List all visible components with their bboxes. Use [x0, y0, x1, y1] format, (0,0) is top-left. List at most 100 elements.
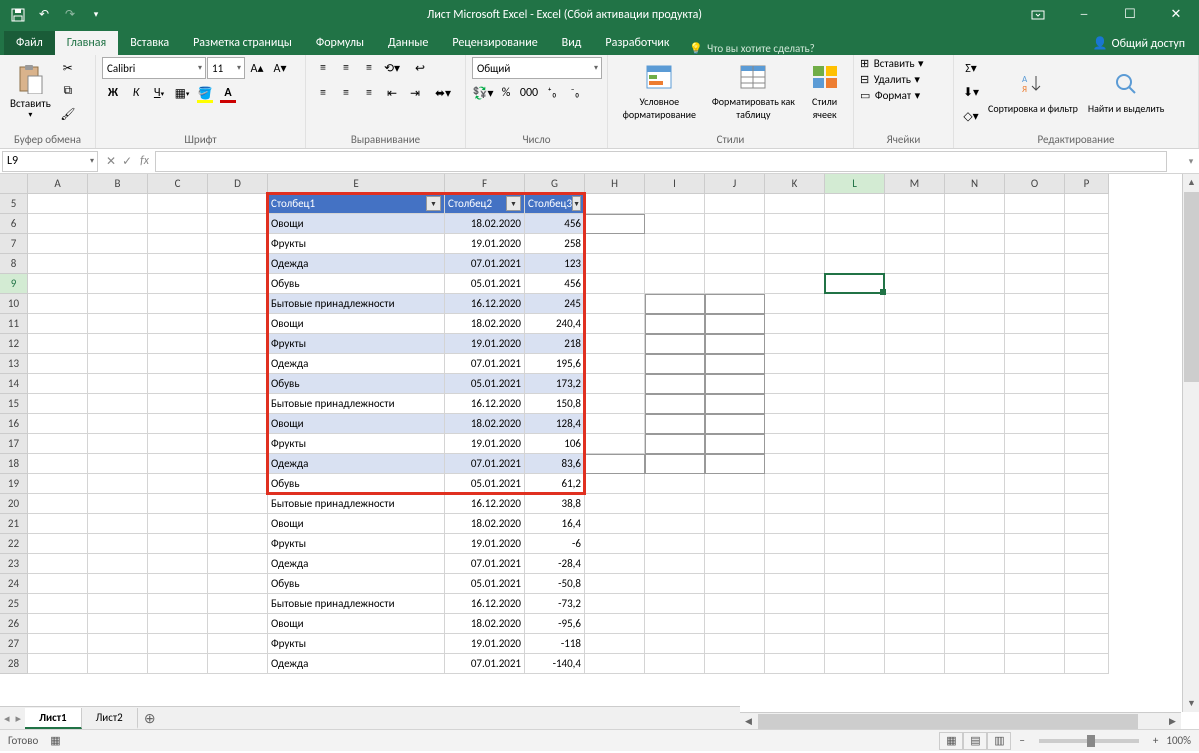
cell[interactable] [88, 274, 148, 294]
col-header-E[interactable]: E [268, 174, 445, 194]
row-header-27[interactable]: 27 [0, 634, 28, 654]
cell[interactable] [765, 234, 825, 254]
cell[interactable] [1005, 394, 1065, 414]
cells-format-button[interactable]: ▭ Формат ▾ [860, 89, 920, 102]
cell[interactable]: 240,4 [525, 314, 585, 334]
cell[interactable] [705, 294, 765, 314]
row-header-26[interactable]: 26 [0, 614, 28, 634]
row-header-6[interactable]: 6 [0, 214, 28, 234]
cell[interactable]: Овощи [268, 214, 445, 234]
cell[interactable] [28, 514, 88, 534]
cell[interactable]: -50,8 [525, 574, 585, 594]
cell[interactable] [825, 534, 885, 554]
cell[interactable] [88, 294, 148, 314]
cell-styles-button[interactable]: Стили ячеек [802, 57, 847, 125]
cell[interactable] [208, 574, 268, 594]
cell[interactable]: 05.01.2021 [445, 474, 525, 494]
cell[interactable]: Овощи [268, 514, 445, 534]
cell[interactable] [885, 494, 945, 514]
tab-file[interactable]: Файл [4, 31, 55, 55]
cell[interactable] [885, 434, 945, 454]
cell[interactable] [705, 334, 765, 354]
cell[interactable] [945, 614, 1005, 634]
cell[interactable]: 18.02.2020 [445, 514, 525, 534]
tab-formulas[interactable]: Формулы [304, 31, 376, 55]
cell[interactable]: 150,8 [525, 394, 585, 414]
cell[interactable]: 258 [525, 234, 585, 254]
cell[interactable] [28, 594, 88, 614]
row-header-7[interactable]: 7 [0, 234, 28, 254]
cell[interactable] [585, 334, 645, 354]
cell[interactable] [885, 554, 945, 574]
align-top-icon[interactable]: ≡ [312, 57, 334, 79]
cell[interactable] [88, 194, 148, 214]
cell[interactable] [1065, 614, 1109, 634]
expand-formula-bar-icon[interactable]: ▾ [1183, 156, 1199, 167]
align-middle-icon[interactable]: ≡ [335, 57, 357, 79]
row-header-23[interactable]: 23 [0, 554, 28, 574]
row-header-11[interactable]: 11 [0, 314, 28, 334]
zoom-slider[interactable] [1039, 739, 1139, 743]
tab-home[interactable]: Главная [55, 31, 118, 55]
cell[interactable] [208, 214, 268, 234]
cell[interactable] [1005, 314, 1065, 334]
cell[interactable]: 07.01.2021 [445, 654, 525, 674]
number-format-combo[interactable]: Общий [472, 57, 602, 79]
cell[interactable] [208, 474, 268, 494]
fill-icon[interactable]: ⬇▾ [960, 81, 982, 103]
cell[interactable] [885, 214, 945, 234]
cell[interactable]: Одежда [268, 654, 445, 674]
cell[interactable] [705, 494, 765, 514]
cell[interactable] [585, 494, 645, 514]
row-header-22[interactable]: 22 [0, 534, 28, 554]
cell[interactable] [825, 494, 885, 514]
cell[interactable] [705, 354, 765, 374]
cell[interactable] [765, 334, 825, 354]
formula-bar[interactable] [155, 151, 1167, 172]
cell[interactable] [645, 354, 705, 374]
cell[interactable] [945, 534, 1005, 554]
cell[interactable]: 456 [525, 214, 585, 234]
cell[interactable] [585, 294, 645, 314]
cell[interactable] [88, 554, 148, 574]
cell[interactable] [645, 534, 705, 554]
cell[interactable] [885, 574, 945, 594]
cell[interactable]: 19.01.2020 [445, 634, 525, 654]
cell[interactable] [885, 414, 945, 434]
share-button[interactable]: 👤Общий доступ [1079, 32, 1199, 55]
cell[interactable] [825, 554, 885, 574]
cell[interactable] [585, 354, 645, 374]
cell[interactable] [28, 294, 88, 314]
cell[interactable] [88, 214, 148, 234]
cell[interactable] [885, 454, 945, 474]
cell[interactable] [885, 194, 945, 214]
cell[interactable] [28, 194, 88, 214]
align-center-icon[interactable]: ≡ [335, 82, 357, 104]
cell[interactable]: Овощи [268, 614, 445, 634]
cell[interactable] [765, 394, 825, 414]
cell[interactable]: Фрукты [268, 634, 445, 654]
col-header-B[interactable]: B [88, 174, 148, 194]
hscroll-thumb[interactable] [758, 714, 1138, 729]
cell[interactable] [765, 494, 825, 514]
cell[interactable] [885, 594, 945, 614]
merge-icon[interactable]: ⬌▾ [427, 82, 459, 104]
cell[interactable]: Бытовые принадлежности [268, 394, 445, 414]
row-header-5[interactable]: 5 [0, 194, 28, 214]
row-header-10[interactable]: 10 [0, 294, 28, 314]
cell[interactable] [1065, 354, 1109, 374]
cell[interactable] [645, 494, 705, 514]
row-header-15[interactable]: 15 [0, 394, 28, 414]
cell[interactable] [765, 614, 825, 634]
cell[interactable] [705, 374, 765, 394]
cell[interactable] [148, 654, 208, 674]
cell[interactable] [28, 314, 88, 334]
cell[interactable] [1005, 474, 1065, 494]
normal-view-icon[interactable]: ▦ [939, 732, 963, 750]
cell[interactable] [1005, 594, 1065, 614]
name-box[interactable]: L9 [2, 151, 98, 172]
worksheet-grid[interactable]: ABCDEFGHIJKLMNOP 56789101112131415161718… [0, 174, 1199, 729]
cell[interactable]: 18.02.2020 [445, 214, 525, 234]
cell[interactable] [28, 374, 88, 394]
row-header-25[interactable]: 25 [0, 594, 28, 614]
